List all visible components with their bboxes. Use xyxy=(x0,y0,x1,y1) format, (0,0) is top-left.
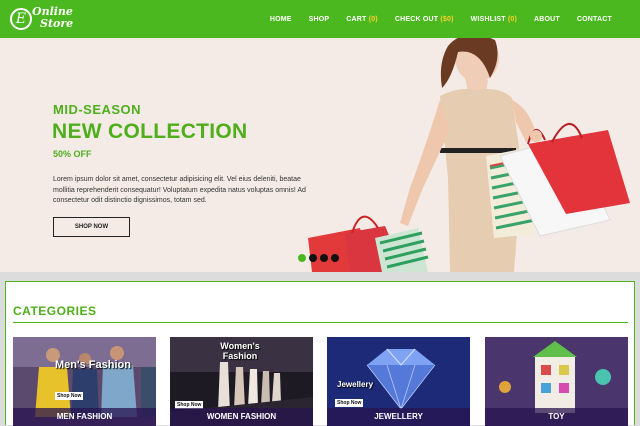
nav-contact[interactable]: CONTACT xyxy=(577,16,612,23)
wishlist-count: (0) xyxy=(507,15,517,23)
categories-section: CATEGORIES Men's Fashion Shop Now MEN FA… xyxy=(5,281,635,426)
categories-divider xyxy=(13,322,628,323)
logo-mark-icon: E xyxy=(10,8,32,30)
nav-checkout[interactable]: CHECK OUT ($0) xyxy=(395,16,454,23)
hero-banner: MID-SEASON NEW COLLECTION 50% OFF Lorem … xyxy=(0,38,640,272)
nav-wishlist[interactable]: WISHLIST (0) xyxy=(471,16,517,23)
hero-model-image xyxy=(308,38,630,272)
nav-about[interactable]: ABOUT xyxy=(534,16,560,23)
hero-title: NEW COLLECTION xyxy=(52,120,248,143)
carousel-dot-1[interactable] xyxy=(298,254,306,262)
main-nav: HOME SHOP CART (0) CHECK OUT ($0) WISHLI… xyxy=(270,0,612,38)
site-header: E Online Store HOME SHOP CART (0) CHECK … xyxy=(0,0,640,38)
category-card-toy[interactable]: TOY xyxy=(485,337,628,426)
nav-cart[interactable]: CART (0) xyxy=(346,16,378,23)
jewellery-image-text: Jewellery xyxy=(337,380,374,389)
checkout-total: ($0) xyxy=(440,15,454,23)
category-card-jewellery[interactable]: Jewellery Shop Now JEWELLERY xyxy=(327,337,470,426)
categories-title: CATEGORIES xyxy=(13,304,97,318)
category-card-women[interactable]: Women's Fashion Shop Now WOMEN FASHION xyxy=(170,337,313,426)
hero-description: Lorem ipsum dolor sit amet, consectetur … xyxy=(53,176,306,205)
logo-text-store: Store xyxy=(40,17,74,30)
carousel-dot-2[interactable] xyxy=(309,254,317,262)
category-label-toy: TOY xyxy=(485,408,628,426)
site-logo[interactable]: E Online Store xyxy=(10,6,90,32)
category-label-women: WOMEN FASHION xyxy=(170,408,313,426)
women-fashion-image-text: Women's Fashion xyxy=(220,341,260,361)
shop-now-button[interactable]: SHOP NOW xyxy=(53,217,130,237)
category-label-jewellery: JEWELLERY xyxy=(327,408,470,426)
nav-shop[interactable]: SHOP xyxy=(309,16,330,23)
jewellery-shop-now-badge[interactable]: Shop Now xyxy=(335,399,364,407)
hero-kicker: MID-SEASON xyxy=(53,102,142,117)
hero-carousel-dots xyxy=(298,254,339,262)
category-label-men: MEN FASHION xyxy=(13,408,156,426)
category-card-men[interactable]: Men's Fashion Shop Now MEN FASHION xyxy=(13,337,156,426)
hero-discount: 50% OFF xyxy=(53,149,92,159)
carousel-dot-3[interactable] xyxy=(320,254,328,262)
men-shop-now-badge[interactable]: Shop Now xyxy=(55,392,84,400)
cart-count: (0) xyxy=(368,15,378,23)
men-fashion-image-text: Men's Fashion xyxy=(55,359,131,371)
nav-home[interactable]: HOME xyxy=(270,16,292,23)
carousel-dot-4[interactable] xyxy=(331,254,339,262)
